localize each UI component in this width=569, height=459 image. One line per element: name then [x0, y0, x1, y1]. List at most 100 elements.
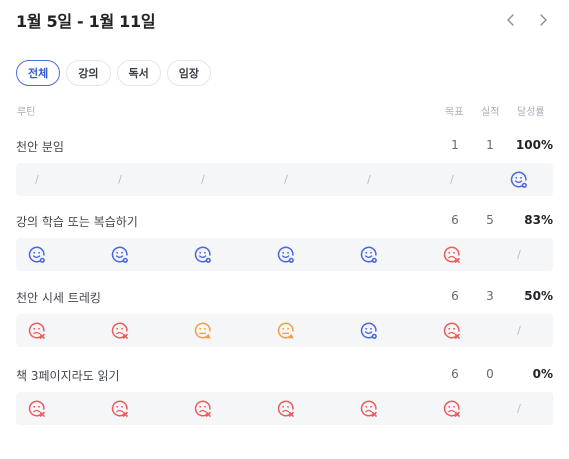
sad-x-icon: [443, 400, 460, 417]
smile-check-icon: [277, 246, 294, 263]
sad-x-icon: [111, 322, 128, 339]
next-week-button[interactable]: [533, 10, 553, 30]
column-header-actual: 실적: [481, 107, 500, 118]
routine-row: 책 3페이지라도 읽기 6 0 0% /: [0, 367, 569, 427]
day-status-cell[interactable]: [349, 314, 389, 347]
date-range-title: 1월 5일 - 1월 11일: [16, 12, 156, 31]
day-status-cell[interactable]: [266, 238, 306, 271]
day-empty-cell: /: [183, 163, 223, 196]
smile-check-icon: [194, 246, 211, 263]
neutral-warning-icon: [277, 322, 294, 338]
routine-summary: 강의 학습 또는 복습하기 6 5 83%: [16, 213, 553, 231]
day-empty-cell: /: [266, 163, 306, 196]
sad-x-icon: [28, 400, 45, 417]
day-status-cell[interactable]: [266, 392, 306, 425]
smile-check-icon: [360, 322, 377, 339]
routine-name: 강의 학습 또는 복습하기: [16, 215, 138, 229]
day-empty-cell: /: [499, 392, 539, 425]
day-status-cell[interactable]: [499, 163, 539, 196]
empty-mark: /: [284, 173, 288, 186]
day-status-cell[interactable]: [349, 392, 389, 425]
day-status-cell[interactable]: [183, 314, 223, 347]
routine-goal: 6: [451, 213, 459, 227]
week-navigation: [501, 10, 553, 30]
day-status-bar: /: [16, 314, 553, 347]
routine-goal: 6: [451, 289, 459, 303]
filter-chip[interactable]: 강의: [66, 60, 111, 86]
empty-mark: /: [118, 173, 122, 186]
day-status-cell[interactable]: [432, 392, 472, 425]
smile-check-icon: [111, 246, 128, 263]
routine-name: 책 3페이지라도 읽기: [16, 369, 120, 383]
filter-chip[interactable]: 전체: [16, 60, 61, 86]
day-status-cell[interactable]: [100, 314, 140, 347]
filter-chip[interactable]: 임장: [166, 60, 211, 86]
day-status-cell[interactable]: [17, 238, 57, 271]
day-empty-cell: /: [100, 163, 140, 196]
day-status-cell[interactable]: [100, 392, 140, 425]
routine-rate: 0%: [532, 367, 553, 381]
sad-x-icon: [111, 400, 128, 417]
column-header-goal: 목표: [445, 107, 464, 118]
routine-row: 천안 분임 1 1 100% / / / / / /: [0, 138, 569, 198]
sad-x-icon: [28, 322, 45, 339]
day-empty-cell: /: [499, 238, 539, 271]
day-empty-cell: /: [349, 163, 389, 196]
routine-row: 천안 시세 트레킹 6 3 50% /: [0, 289, 569, 349]
day-status-cell[interactable]: [183, 392, 223, 425]
sad-x-icon: [194, 400, 211, 417]
empty-mark: /: [517, 402, 521, 415]
previous-week-button[interactable]: [501, 10, 521, 30]
routine-actual: 0: [486, 367, 494, 381]
routine-actual: 1: [486, 138, 494, 152]
empty-mark: /: [35, 173, 39, 186]
day-status-cell[interactable]: [432, 314, 472, 347]
empty-mark: /: [450, 173, 454, 186]
sad-x-icon: [443, 322, 460, 339]
day-status-cell[interactable]: [17, 314, 57, 347]
routine-actual: 5: [486, 213, 494, 227]
column-header-rate: 달성률: [517, 107, 545, 118]
day-status-bar: / / / / / /: [16, 163, 553, 196]
empty-mark: /: [517, 248, 521, 261]
smile-check-icon: [360, 246, 377, 263]
empty-mark: /: [517, 324, 521, 337]
routine-actual: 3: [486, 289, 494, 303]
routine-summary: 책 3페이지라도 읽기 6 0 0%: [16, 367, 553, 385]
day-empty-cell: /: [17, 163, 57, 196]
category-filter-chips: 전체 강의 독서 임장: [16, 60, 211, 86]
routine-summary: 천안 분임 1 1 100%: [16, 138, 553, 156]
routine-goal: 1: [451, 138, 459, 152]
column-header-routine: 루틴: [17, 107, 36, 118]
routine-rate: 50%: [524, 289, 553, 303]
routine-goal: 6: [451, 367, 459, 381]
routine-name: 천안 분임: [16, 140, 64, 154]
empty-mark: /: [201, 173, 205, 186]
sad-x-icon: [443, 246, 460, 263]
day-status-cell[interactable]: [17, 392, 57, 425]
smile-check-icon: [28, 246, 45, 263]
filter-chip[interactable]: 독서: [116, 60, 161, 86]
day-status-bar: /: [16, 238, 553, 271]
day-status-cell[interactable]: [349, 238, 389, 271]
chevron-right-icon: [540, 14, 547, 26]
day-status-cell[interactable]: [432, 238, 472, 271]
day-status-cell[interactable]: [100, 238, 140, 271]
day-empty-cell: /: [499, 314, 539, 347]
day-status-cell[interactable]: [183, 238, 223, 271]
routine-name: 천안 시세 트레킹: [16, 291, 101, 305]
routine-summary: 천안 시세 트레킹 6 3 50%: [16, 289, 553, 307]
day-empty-cell: /: [432, 163, 472, 196]
header: 1월 5일 - 1월 11일: [16, 8, 553, 32]
sad-x-icon: [360, 400, 377, 417]
day-status-cell[interactable]: [266, 314, 306, 347]
chevron-left-icon: [507, 14, 514, 26]
routine-rate: 100%: [515, 138, 553, 152]
smile-check-icon: [510, 171, 527, 188]
neutral-warning-icon: [194, 322, 211, 338]
routine-rate: 83%: [524, 213, 553, 227]
sad-x-icon: [277, 400, 294, 417]
routine-row: 강의 학습 또는 복습하기 6 5 83% /: [0, 213, 569, 273]
day-status-bar: /: [16, 392, 553, 425]
empty-mark: /: [367, 173, 371, 186]
